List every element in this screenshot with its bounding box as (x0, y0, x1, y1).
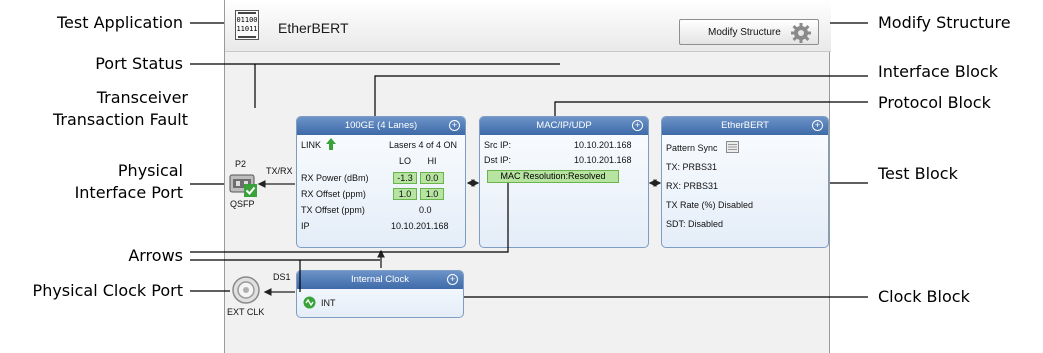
leader-protocol-block (554, 101, 868, 116)
leader-interface-block (374, 75, 868, 116)
callout-leader-lines (190, 22, 868, 298)
leader-arrows-upper (190, 183, 509, 253)
